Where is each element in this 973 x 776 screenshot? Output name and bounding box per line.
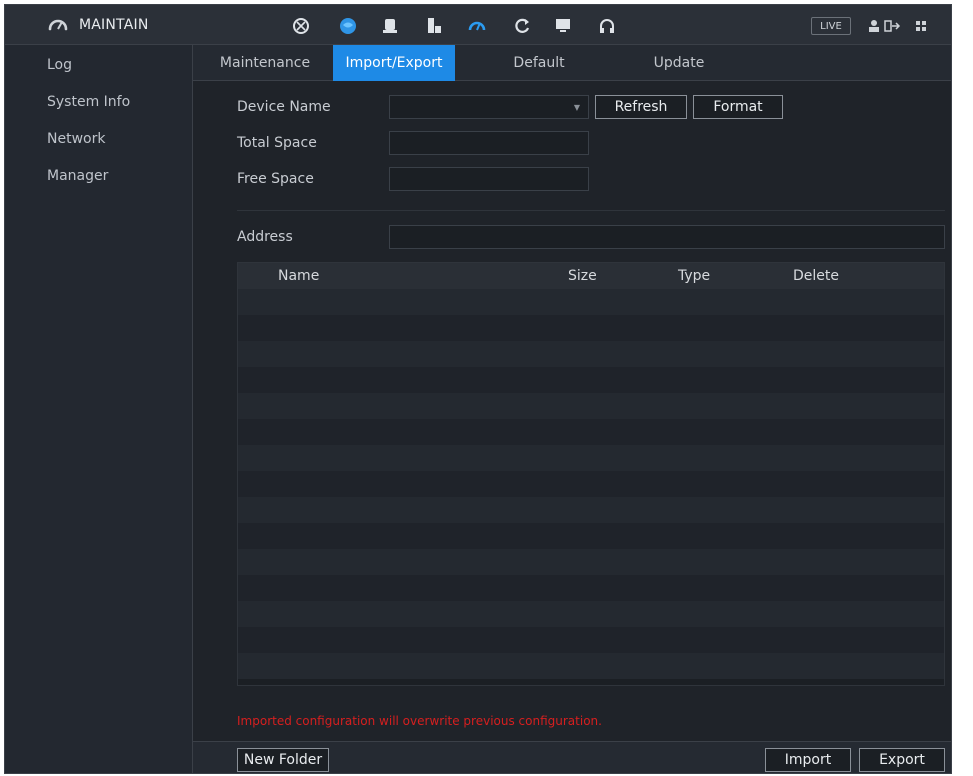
maintain-window: MAINTAIN LIVE Log System Info Network Ma… [4, 4, 952, 774]
user-icon[interactable] [863, 15, 885, 37]
table-row[interactable] [238, 627, 944, 653]
chevron-down-icon: ▼ [573, 102, 580, 112]
new-folder-button[interactable]: New Folder [237, 748, 329, 772]
page-title: MAINTAIN [79, 17, 149, 33]
network-icon[interactable] [337, 15, 359, 37]
table-row[interactable] [238, 497, 944, 523]
maintain-tab-icon[interactable] [466, 15, 488, 37]
sidebar-item-log[interactable]: Log [5, 47, 193, 83]
sidebar-item-manager[interactable]: Manager [5, 158, 193, 194]
warning-message: Imported configuration will overwrite pr… [237, 714, 602, 728]
tab-default[interactable]: Default [489, 45, 589, 81]
table-row[interactable] [238, 289, 944, 315]
address-label: Address [237, 229, 293, 245]
table-row[interactable] [238, 341, 944, 367]
format-button[interactable]: Format [693, 95, 783, 119]
sidebar-item-network[interactable]: Network [5, 121, 193, 157]
table-row[interactable] [238, 653, 944, 679]
display-icon[interactable] [552, 15, 574, 37]
divider [237, 210, 945, 211]
table-row[interactable] [238, 523, 944, 549]
tab-update[interactable]: Update [631, 45, 727, 81]
live-badge[interactable]: LIVE [811, 17, 851, 35]
logout-icon[interactable] [883, 15, 905, 37]
address-field[interactable] [389, 225, 945, 249]
column-size: Size [568, 268, 597, 284]
audio-icon[interactable] [596, 15, 618, 37]
sidebar: Log System Info Network Manager [5, 45, 193, 773]
tab-maintenance[interactable]: Maintenance [209, 45, 321, 81]
total-space-label: Total Space [237, 135, 317, 151]
tab-bar: Maintenance Import/Export Default Update [193, 45, 951, 81]
table-row[interactable] [238, 549, 944, 575]
device-name-label: Device Name [237, 99, 331, 115]
sidebar-item-label: Manager [47, 168, 109, 184]
storage-icon[interactable] [379, 15, 401, 37]
table-header: Name Size Type Delete [238, 263, 944, 289]
total-space-field [389, 131, 589, 155]
file-table: Name Size Type Delete [237, 262, 945, 686]
backup-icon[interactable] [511, 15, 533, 37]
sidebar-item-label: Network [47, 131, 106, 147]
table-row[interactable] [238, 367, 944, 393]
camera-icon[interactable] [290, 15, 312, 37]
table-row[interactable] [238, 393, 944, 419]
import-button[interactable]: Import [765, 748, 851, 772]
column-delete: Delete [793, 268, 839, 284]
brand: MAINTAIN [47, 5, 149, 45]
sidebar-item-system-info[interactable]: System Info [5, 84, 193, 120]
column-type: Type [678, 268, 711, 284]
device-name-select[interactable]: ▼ [389, 95, 589, 119]
sidebar-item-label: System Info [47, 94, 131, 110]
refresh-button[interactable]: Refresh [595, 95, 687, 119]
table-row[interactable] [238, 445, 944, 471]
grid-icon[interactable] [910, 15, 932, 37]
table-row[interactable] [238, 419, 944, 445]
top-bar: MAINTAIN LIVE [5, 5, 951, 45]
table-row[interactable] [238, 575, 944, 601]
tab-import-export[interactable]: Import/Export [333, 45, 455, 81]
account-icon[interactable] [423, 15, 445, 37]
column-name: Name [278, 268, 320, 284]
table-row[interactable] [238, 601, 944, 627]
export-button[interactable]: Export [859, 748, 945, 772]
free-space-label: Free Space [237, 171, 314, 187]
table-row[interactable] [238, 315, 944, 341]
sidebar-item-label: Log [47, 57, 73, 73]
table-row[interactable] [238, 471, 944, 497]
free-space-field [389, 167, 589, 191]
maintain-icon [47, 14, 69, 36]
